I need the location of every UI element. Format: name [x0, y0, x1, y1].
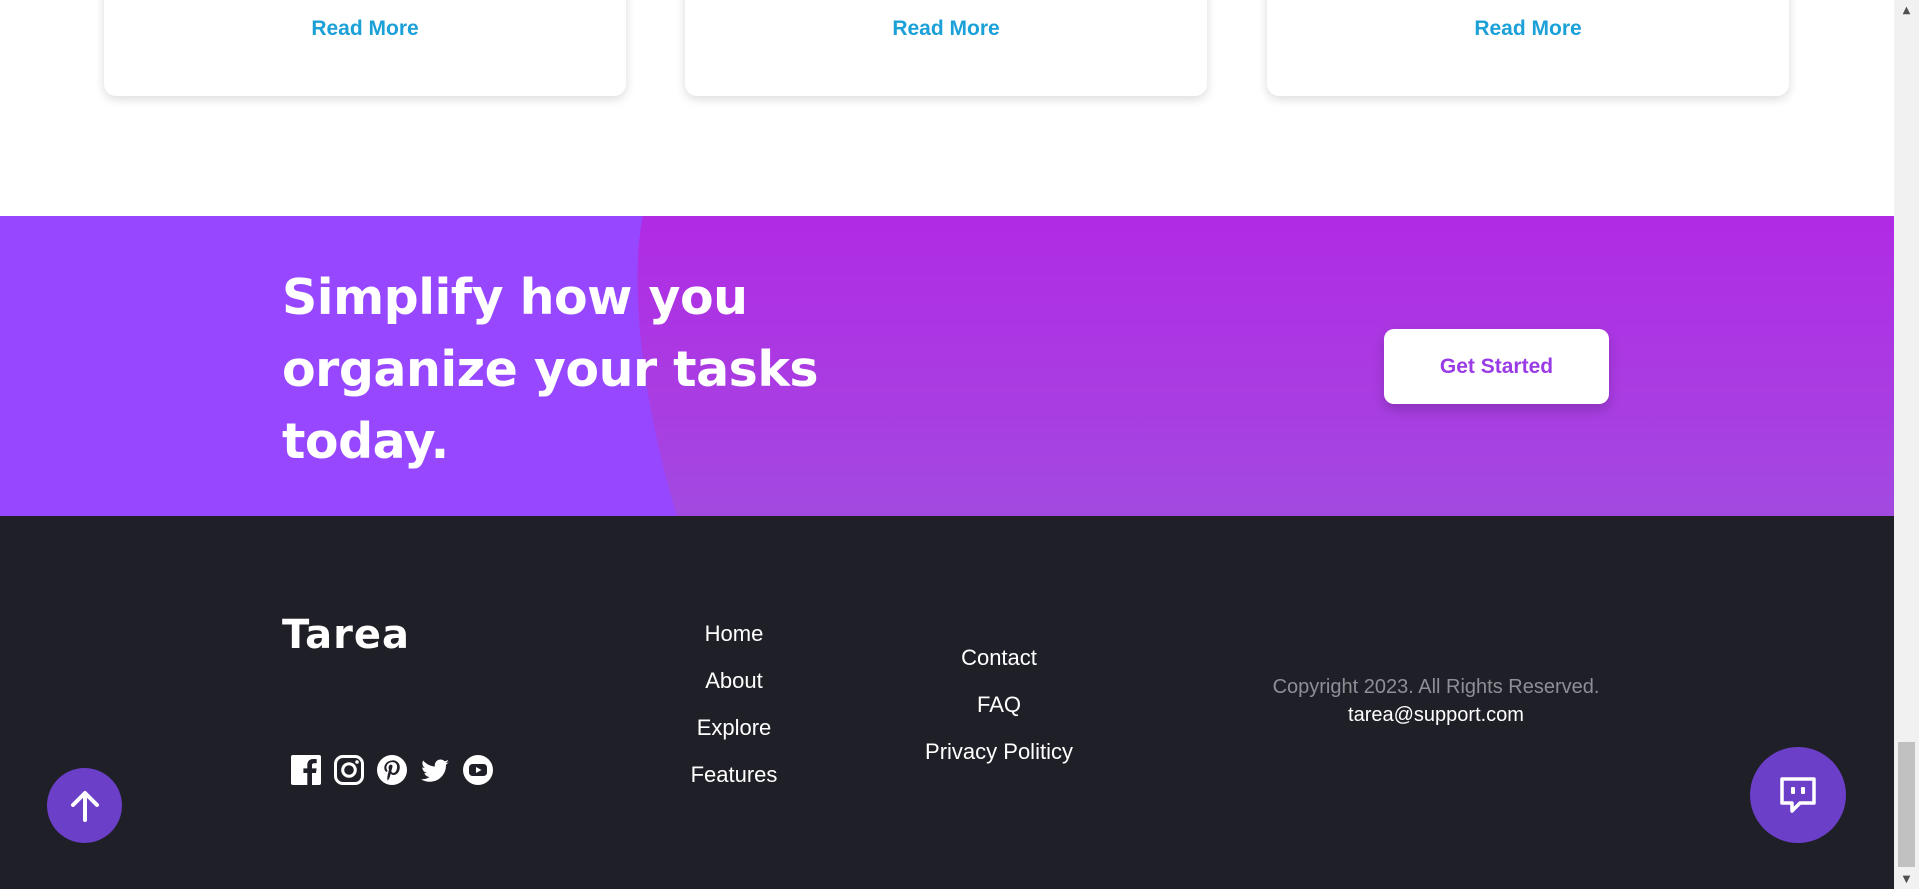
footer-nav-primary: Home About Explore Features [661, 610, 807, 798]
copyright-block: Copyright 2023. All Rights Reserved. tar… [1236, 673, 1636, 729]
scrollbar-thumb[interactable] [1898, 742, 1915, 867]
support-email[interactable]: tarea@support.com [1236, 701, 1636, 729]
read-more-link[interactable]: Read More [104, 17, 626, 41]
vertical-scrollbar[interactable]: ▲ ▼ [1894, 0, 1919, 889]
facebook-icon[interactable] [290, 754, 322, 786]
pinterest-icon[interactable] [376, 754, 408, 786]
read-more-link[interactable]: Read More [685, 17, 1207, 41]
arrow-up-icon [70, 790, 99, 822]
footer-nav-secondary: Contact FAQ Privacy Politicy [899, 634, 1099, 775]
copyright-text: Copyright 2023. All Rights Reserved. [1272, 676, 1600, 698]
scroll-to-top-button[interactable] [47, 768, 122, 843]
footer-link-privacy-policy[interactable]: Privacy Politicy [899, 728, 1099, 775]
logo[interactable]: Tarea [282, 612, 410, 658]
twitter-icon[interactable] [419, 754, 451, 786]
get-started-button[interactable]: Get Started [1384, 329, 1609, 404]
cta-banner: Simplify how you organize your tasks tod… [0, 216, 1894, 516]
read-more-link[interactable]: Read More [1267, 17, 1789, 41]
cta-title: Simplify how you organize your tasks tod… [282, 269, 819, 470]
footer-link-explore[interactable]: Explore [661, 704, 807, 751]
footer-link-features[interactable]: Features [661, 751, 807, 798]
footer: Tarea Home About Explore Features Contac… [0, 516, 1894, 889]
page: Read More Read More Read More Simplify h… [0, 0, 1894, 889]
instagram-icon[interactable] [333, 754, 365, 786]
footer-link-about[interactable]: About [661, 657, 807, 704]
youtube-icon[interactable] [462, 754, 494, 786]
chat-button[interactable] [1750, 747, 1846, 843]
scroll-up-arrow-icon[interactable]: ▲ [1894, 0, 1919, 20]
social-links [290, 754, 494, 786]
footer-link-home[interactable]: Home [661, 610, 807, 657]
article-card: Read More [104, 0, 626, 96]
chat-icon [1780, 777, 1816, 813]
article-cards: Read More Read More Read More [0, 0, 1894, 216]
scroll-down-arrow-icon[interactable]: ▼ [1894, 869, 1919, 889]
footer-link-faq[interactable]: FAQ [899, 681, 1099, 728]
article-card: Read More [1267, 0, 1789, 96]
footer-link-contact[interactable]: Contact [899, 634, 1099, 681]
article-card: Read More [685, 0, 1207, 96]
